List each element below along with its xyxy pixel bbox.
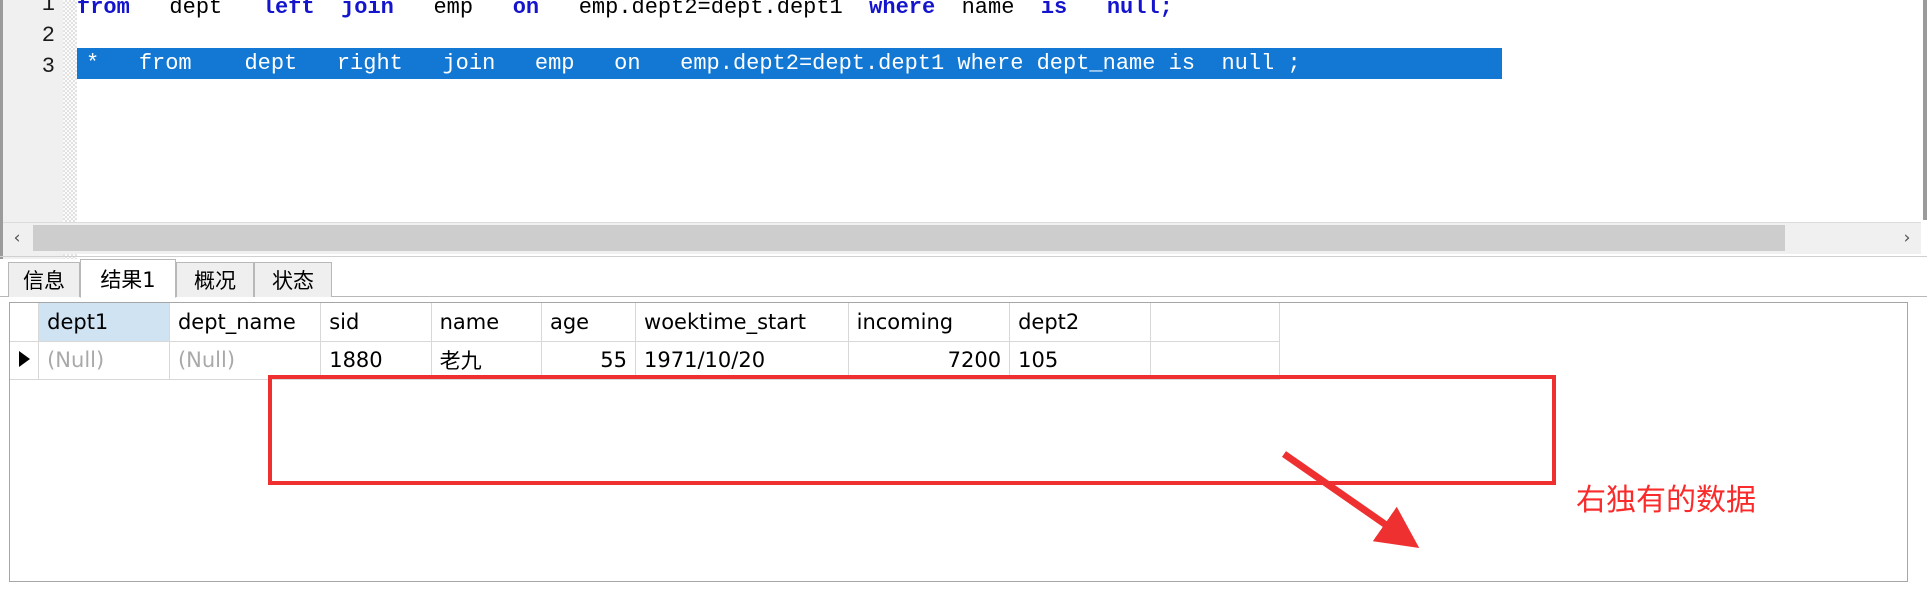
sql-editor[interactable]: 1 2 3 from dept left join emp on emp.dept2… [0, 0, 1927, 264]
column-header-dept_name[interactable]: dept_name [169, 303, 322, 342]
tab-3[interactable]: 状态 [254, 262, 332, 297]
line-number: 1 [41, 0, 55, 17]
column-header-age[interactable]: age [541, 303, 637, 342]
code-line[interactable]: from dept left join emp on emp.dept2=dep… [77, 0, 1173, 23]
cell-dept2[interactable]: 105 [1009, 341, 1152, 380]
scroll-right-arrow-icon[interactable]: › [1893, 223, 1921, 253]
cell-dept1[interactable]: (Null) [38, 341, 170, 380]
cell-blank[interactable] [1150, 341, 1280, 380]
cell-woektime_start[interactable]: 1971/10/20 [635, 341, 849, 380]
tab-label: 结果1 [100, 267, 156, 292]
cell-name[interactable]: 老九 [431, 341, 542, 380]
tab-label: 状态 [272, 269, 314, 293]
column-header-sid[interactable]: sid [320, 303, 432, 342]
column-header-woektime_start[interactable]: woektime_start [635, 303, 849, 342]
line-number: 3 [41, 54, 55, 79]
tab-1[interactable]: 结果1 [80, 259, 176, 298]
tab-label: 信息 [23, 269, 65, 293]
grid-corner-cell [10, 303, 40, 342]
cell-age[interactable]: 55 [541, 341, 637, 380]
result-tabs[interactable]: 信息 结果1 概况 状态 [0, 259, 1927, 298]
current-row-marker [10, 341, 40, 380]
code-line[interactable]: * from dept right join emp on emp.dept2=… [77, 48, 1502, 79]
column-header-blank[interactable] [1150, 303, 1280, 342]
column-header-dept2[interactable]: dept2 [1009, 303, 1152, 342]
line-number: 2 [41, 23, 55, 48]
grid-body: (Null) (Null) 1880 老九 55 1971/10/20 7200 105 [10, 341, 1280, 380]
table-row[interactable]: (Null) (Null) 1880 老九 55 1971/10/20 7200 105 [10, 341, 1280, 380]
column-header-dept1[interactable]: dept1 [38, 303, 170, 342]
editor-right-border [1923, 0, 1927, 220]
tab-2[interactable]: 概况 [176, 262, 254, 297]
grid-header-row: dept1 dept_name sid name age woektime_start in… [10, 303, 1280, 342]
scroll-left-arrow-icon[interactable]: ‹ [3, 223, 31, 253]
column-header-incoming[interactable]: incoming [848, 303, 1011, 342]
column-header-name[interactable]: name [431, 303, 542, 342]
sql-client-window: 1 2 3 from dept left join emp on emp.dept2… [0, 0, 1927, 591]
editor-horizontal-scrollbar[interactable]: ‹ › [3, 222, 1921, 254]
editor-bottom-divider [0, 256, 1927, 257]
result-grid: dept1 dept_name sid name age woektime_start in… [10, 303, 1280, 380]
annotation-label: 右独有的数据 [1576, 483, 1756, 518]
cell-dept_name[interactable]: (Null) [169, 341, 322, 380]
result-grid-container[interactable]: dept1 dept_name sid name age woektime_start in… [9, 302, 1908, 582]
cell-sid[interactable]: 1880 [320, 341, 432, 380]
row-pointer-icon [18, 351, 30, 367]
tab-label: 概况 [194, 269, 236, 293]
cell-incoming[interactable]: 7200 [848, 341, 1011, 380]
tab-0[interactable]: 信息 [8, 262, 80, 297]
scrollbar-thumb[interactable] [33, 225, 1785, 251]
